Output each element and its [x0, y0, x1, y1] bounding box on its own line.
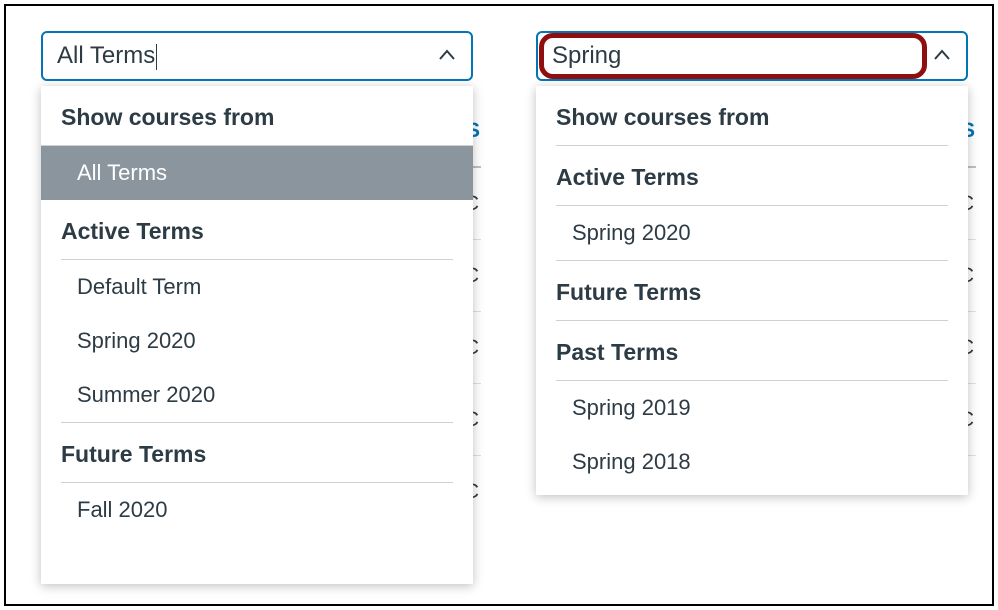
dropdown-group-header-active: Active Terms: [41, 200, 473, 259]
dropdown-group-header: Show courses from: [41, 86, 473, 145]
dropdown-option[interactable]: Default Term: [41, 260, 473, 314]
left-panel: S OC OC OC OC BOC All Terms: [6, 6, 501, 604]
term-filter-combobox[interactable]: All Terms: [41, 31, 473, 81]
dropdown-group-header-future: Future Terms: [41, 423, 473, 482]
dropdown-option-all-terms[interactable]: All Terms: [41, 146, 473, 200]
term-filter-dropdown: Show courses from Active Terms Spring 20…: [536, 86, 968, 495]
dropdown-option[interactable]: Spring 2020: [536, 206, 968, 260]
dropdown-option[interactable]: Fall 2020: [41, 483, 473, 537]
dropdown-option[interactable]: Spring 2020: [41, 314, 473, 368]
term-filter-input-text: Spring: [552, 42, 932, 70]
term-filter-input-text: All Terms: [57, 42, 437, 70]
dropdown-option[interactable]: Spring 2019: [536, 381, 968, 435]
chevron-up-icon[interactable]: [437, 46, 457, 66]
text-cursor: [156, 44, 157, 70]
dropdown-group-header: Show courses from: [536, 86, 968, 145]
dropdown-group-header-past: Past Terms: [536, 321, 968, 380]
app-frame: S OC OC OC OC BOC All Terms: [4, 4, 994, 606]
chevron-up-icon[interactable]: [932, 46, 952, 66]
dropdown-group-header-active: Active Terms: [536, 146, 968, 205]
dropdown-group-header-future: Future Terms: [536, 261, 968, 320]
term-filter-combobox[interactable]: Spring: [536, 31, 968, 81]
term-filter-dropdown: Show courses from All Terms Active Terms…: [41, 86, 473, 584]
right-panel: S OC OC OC OC Spring Show courses: [501, 6, 994, 604]
dropdown-option[interactable]: Summer 2020: [41, 368, 473, 422]
dropdown-option[interactable]: Spring 2018: [536, 435, 968, 495]
